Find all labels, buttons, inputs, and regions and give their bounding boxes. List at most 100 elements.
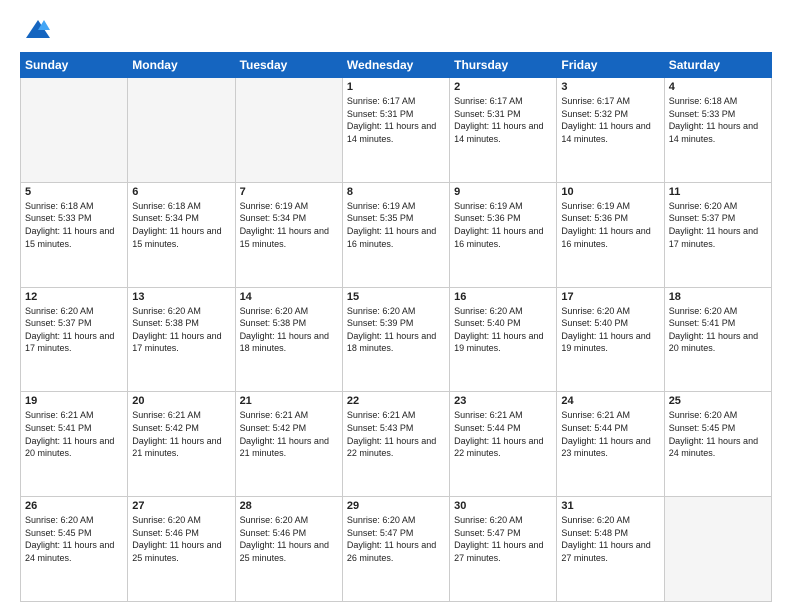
weekday-header-wednesday: Wednesday xyxy=(342,53,449,78)
calendar-cell: 13Sunrise: 6:20 AM Sunset: 5:38 PM Dayli… xyxy=(128,287,235,392)
week-row-4: 26 Sunrise: 6:20 AM Sunset: 5:45 PM Dayli… xyxy=(21,497,772,602)
day-number: 13 xyxy=(132,291,230,303)
calendar-cell: 22 Sunrise: 6:21 AM Sunset: 5:43 PM Dayli… xyxy=(342,392,449,497)
day-number: 23 xyxy=(454,395,552,407)
day-number: 17 xyxy=(561,291,659,303)
day-info: Sunrise: 6:20 AM Sunset: 5:48 PM Dayligh… xyxy=(561,514,659,564)
day-info: Sunrise: 6:19 AM Sunset: 5:35 PM Dayligh… xyxy=(347,200,445,250)
day-number: 19 xyxy=(25,395,123,407)
calendar-cell xyxy=(21,78,128,183)
day-number: 7 xyxy=(240,186,338,198)
logo-icon xyxy=(24,16,52,44)
calendar-cell: 26 Sunrise: 6:20 AM Sunset: 5:45 PM Dayli… xyxy=(21,497,128,602)
day-number: 10 xyxy=(561,186,659,198)
day-info: Sunrise: 6:20 AM Sunset: 5:45 PM Dayligh… xyxy=(669,409,767,459)
day-number: 26 xyxy=(25,500,123,512)
weekday-header-row: SundayMondayTuesdayWednesdayThursdayFrid… xyxy=(21,53,772,78)
day-number: 28 xyxy=(240,500,338,512)
day-number: 20 xyxy=(132,395,230,407)
day-info: Sunrise: 6:17 AM Sunset: 5:31 PM Dayligh… xyxy=(454,95,552,145)
page: SundayMondayTuesdayWednesdayThursdayFrid… xyxy=(0,0,792,612)
day-number: 15 xyxy=(347,291,445,303)
day-number: 3 xyxy=(561,81,659,93)
day-info: Sunrise: 6:20 AM Sunset: 5:38 PM Dayligh… xyxy=(240,305,338,355)
day-info: Sunrise: 6:18 AM Sunset: 5:33 PM Dayligh… xyxy=(669,95,767,145)
day-info: Sunrise: 6:21 AM Sunset: 5:44 PM Dayligh… xyxy=(561,409,659,459)
day-number: 9 xyxy=(454,186,552,198)
day-info: Sunrise: 6:18 AM Sunset: 5:34 PM Dayligh… xyxy=(132,200,230,250)
weekday-header-friday: Friday xyxy=(557,53,664,78)
day-number: 30 xyxy=(454,500,552,512)
day-number: 24 xyxy=(561,395,659,407)
calendar-cell: 3 Sunrise: 6:17 AM Sunset: 5:32 PM Daylig… xyxy=(557,78,664,183)
calendar-cell xyxy=(235,78,342,183)
day-number: 29 xyxy=(347,500,445,512)
calendar-cell: 10 Sunrise: 6:19 AM Sunset: 5:36 PM Dayli… xyxy=(557,182,664,287)
day-info: Sunrise: 6:21 AM Sunset: 5:43 PM Dayligh… xyxy=(347,409,445,459)
day-number: 6 xyxy=(132,186,230,198)
week-row-0: 1Sunrise: 6:17 AM Sunset: 5:31 PM Daylig… xyxy=(21,78,772,183)
day-info: Sunrise: 6:20 AM Sunset: 5:45 PM Dayligh… xyxy=(25,514,123,564)
weekday-header-tuesday: Tuesday xyxy=(235,53,342,78)
day-info: Sunrise: 6:21 AM Sunset: 5:42 PM Dayligh… xyxy=(132,409,230,459)
day-info: Sunrise: 6:20 AM Sunset: 5:39 PM Dayligh… xyxy=(347,305,445,355)
day-number: 21 xyxy=(240,395,338,407)
calendar-cell: 8 Sunrise: 6:19 AM Sunset: 5:35 PM Daylig… xyxy=(342,182,449,287)
calendar-cell: 19 Sunrise: 6:21 AM Sunset: 5:41 PM Dayli… xyxy=(21,392,128,497)
calendar-cell: 31 Sunrise: 6:20 AM Sunset: 5:48 PM Dayli… xyxy=(557,497,664,602)
calendar-cell: 7 Sunrise: 6:19 AM Sunset: 5:34 PM Daylig… xyxy=(235,182,342,287)
day-info: Sunrise: 6:18 AM Sunset: 5:33 PM Dayligh… xyxy=(25,200,123,250)
day-info: Sunrise: 6:21 AM Sunset: 5:41 PM Dayligh… xyxy=(25,409,123,459)
calendar-cell: 27Sunrise: 6:20 AM Sunset: 5:46 PM Dayli… xyxy=(128,497,235,602)
weekday-header-monday: Monday xyxy=(128,53,235,78)
day-number: 12 xyxy=(25,291,123,303)
header xyxy=(20,16,772,44)
week-row-1: 5 Sunrise: 6:18 AM Sunset: 5:33 PM Daylig… xyxy=(21,182,772,287)
calendar-cell: 15 Sunrise: 6:20 AM Sunset: 5:39 PM Dayli… xyxy=(342,287,449,392)
day-number: 8 xyxy=(347,186,445,198)
calendar-cell: 28Sunrise: 6:20 AM Sunset: 5:46 PM Dayli… xyxy=(235,497,342,602)
day-info: Sunrise: 6:20 AM Sunset: 5:40 PM Dayligh… xyxy=(561,305,659,355)
weekday-header-thursday: Thursday xyxy=(450,53,557,78)
calendar-cell: 14 Sunrise: 6:20 AM Sunset: 5:38 PM Dayli… xyxy=(235,287,342,392)
day-info: Sunrise: 6:20 AM Sunset: 5:41 PM Dayligh… xyxy=(669,305,767,355)
calendar-cell: 12 Sunrise: 6:20 AM Sunset: 5:37 PM Dayli… xyxy=(21,287,128,392)
calendar-cell: 16Sunrise: 6:20 AM Sunset: 5:40 PM Dayli… xyxy=(450,287,557,392)
calendar-cell xyxy=(664,497,771,602)
day-info: Sunrise: 6:17 AM Sunset: 5:32 PM Dayligh… xyxy=(561,95,659,145)
day-info: Sunrise: 6:20 AM Sunset: 5:47 PM Dayligh… xyxy=(347,514,445,564)
day-number: 25 xyxy=(669,395,767,407)
day-number: 27 xyxy=(132,500,230,512)
calendar-cell xyxy=(128,78,235,183)
day-info: Sunrise: 6:19 AM Sunset: 5:36 PM Dayligh… xyxy=(561,200,659,250)
calendar-cell: 9 Sunrise: 6:19 AM Sunset: 5:36 PM Daylig… xyxy=(450,182,557,287)
day-number: 14 xyxy=(240,291,338,303)
week-row-2: 12 Sunrise: 6:20 AM Sunset: 5:37 PM Dayli… xyxy=(21,287,772,392)
day-info: Sunrise: 6:21 AM Sunset: 5:42 PM Dayligh… xyxy=(240,409,338,459)
day-number: 31 xyxy=(561,500,659,512)
calendar-cell: 6 Sunrise: 6:18 AM Sunset: 5:34 PM Daylig… xyxy=(128,182,235,287)
day-info: Sunrise: 6:19 AM Sunset: 5:34 PM Dayligh… xyxy=(240,200,338,250)
day-number: 11 xyxy=(669,186,767,198)
calendar-cell: 18Sunrise: 6:20 AM Sunset: 5:41 PM Dayli… xyxy=(664,287,771,392)
day-info: Sunrise: 6:20 AM Sunset: 5:37 PM Dayligh… xyxy=(25,305,123,355)
day-number: 5 xyxy=(25,186,123,198)
weekday-header-saturday: Saturday xyxy=(664,53,771,78)
calendar: SundayMondayTuesdayWednesdayThursdayFrid… xyxy=(20,52,772,602)
calendar-cell: 17 Sunrise: 6:20 AM Sunset: 5:40 PM Dayli… xyxy=(557,287,664,392)
day-info: Sunrise: 6:20 AM Sunset: 5:37 PM Dayligh… xyxy=(669,200,767,250)
calendar-cell: 11 Sunrise: 6:20 AM Sunset: 5:37 PM Dayli… xyxy=(664,182,771,287)
calendar-cell: 23Sunrise: 6:21 AM Sunset: 5:44 PM Dayli… xyxy=(450,392,557,497)
day-info: Sunrise: 6:17 AM Sunset: 5:31 PM Dayligh… xyxy=(347,95,445,145)
calendar-cell: 5 Sunrise: 6:18 AM Sunset: 5:33 PM Daylig… xyxy=(21,182,128,287)
calendar-cell: 2Sunrise: 6:17 AM Sunset: 5:31 PM Daylig… xyxy=(450,78,557,183)
day-info: Sunrise: 6:20 AM Sunset: 5:47 PM Dayligh… xyxy=(454,514,552,564)
calendar-cell: 1Sunrise: 6:17 AM Sunset: 5:31 PM Daylig… xyxy=(342,78,449,183)
calendar-cell: 25 Sunrise: 6:20 AM Sunset: 5:45 PM Dayli… xyxy=(664,392,771,497)
day-info: Sunrise: 6:19 AM Sunset: 5:36 PM Dayligh… xyxy=(454,200,552,250)
day-number: 22 xyxy=(347,395,445,407)
calendar-cell: 30 Sunrise: 6:20 AM Sunset: 5:47 PM Dayli… xyxy=(450,497,557,602)
weekday-header-sunday: Sunday xyxy=(21,53,128,78)
week-row-3: 19 Sunrise: 6:21 AM Sunset: 5:41 PM Dayli… xyxy=(21,392,772,497)
calendar-cell: 4Sunrise: 6:18 AM Sunset: 5:33 PM Daylig… xyxy=(664,78,771,183)
